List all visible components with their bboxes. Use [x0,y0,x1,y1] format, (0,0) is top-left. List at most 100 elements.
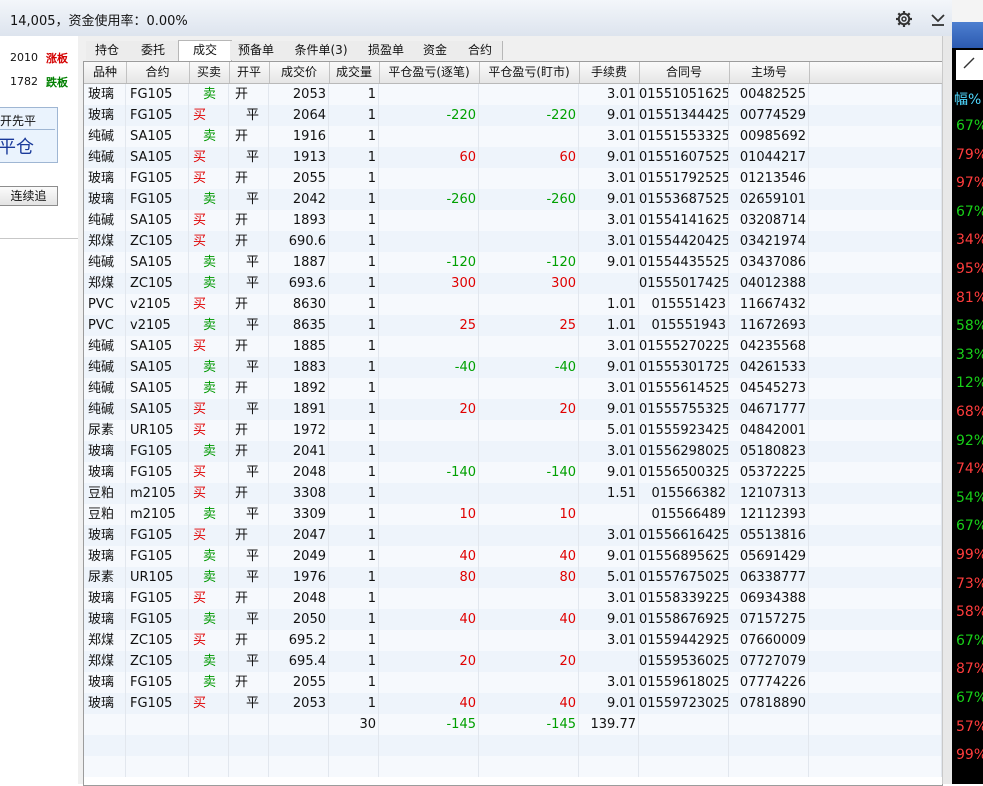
side-cell: 卖 [189,609,229,630]
volume-cell: 1 [329,378,379,399]
table-row[interactable]: 玻璃 FG105 买平 2053 1 40 40 9.01 01559723025 0781889… [84,693,942,714]
pnl-trade-cell: 20 [379,399,479,420]
pnl-trade-cell [379,420,479,441]
table-row[interactable]: 纯碱 SA105 卖开 1892 1 3.01 01555614525 04545273 [84,378,942,399]
table-row[interactable]: 郑煤 ZC105 卖平 695.4 1 20 20 01559536025 07727079 [84,651,942,672]
table-row[interactable]: 玻璃 FG105 买平 2064 1 -220 -220 9.01 01551344425 007… [84,105,942,126]
side-cell: 卖 [189,273,229,294]
empty-cell [479,756,579,777]
contract-cell: SA105 [126,336,189,357]
fee-cell: 3.01 [579,168,639,189]
pnl-trade-cell: 10 [379,504,479,525]
table-row[interactable]: 纯碱 SA105 卖平 1883 1 -40 -40 9.01 01555301725 04261… [84,357,942,378]
tab-8[interactable]: 合约 [458,41,503,60]
variety-cell: 尿素 [84,567,126,588]
col-fee-header[interactable]: 手续费 [579,62,640,83]
strip-tab[interactable] [952,22,983,48]
exchange-no-cell: 03208714 [729,210,809,231]
limit-down-stat: 1782 跌板 [0,73,72,89]
offset-cell: 开 [229,672,269,693]
gear-icon[interactable] [895,10,913,28]
volume-cell: 1 [329,210,379,231]
exchange-no-cell: 07818890 [729,693,809,714]
col-volume-header[interactable]: 成交量 [329,62,380,83]
pnl-trade-cell [379,231,479,252]
side-cell: 卖 [189,546,229,567]
contract-cell: SA105 [126,399,189,420]
table-row[interactable]: PVC v2105 买开 8630 1 1.01 015551423 11667432 [84,294,942,315]
col-variety-header[interactable]: 品种 [84,62,127,83]
col-pnl-mtm-header[interactable]: 平仓盈亏(盯市) [479,62,580,83]
table-row[interactable]: 玻璃 FG105 卖平 2050 1 40 40 9.01 01558676925 0715727… [84,609,942,630]
table-row[interactable]: 郑煤 ZC105 卖平 693.6 1 300 300 01555017425 04012388 [84,273,942,294]
strip-tool[interactable] [956,50,983,80]
empty-cell [809,735,942,756]
tab-2[interactable]: 委托 [128,41,179,60]
tab-6[interactable]: 损盈单 [360,41,413,60]
volume-cell: 1 [329,630,379,651]
table-row[interactable]: 豆粕 m2105 卖平 3309 1 10 10 015566489 12112393 [84,504,942,525]
col-exchange-no-header[interactable]: 主场号 [729,62,810,83]
table-row[interactable]: 玻璃 FG105 买开 2047 1 3.01 01556616425 05513816 [84,525,942,546]
table-row[interactable]: 玻璃 FG105 卖开 2055 1 3.01 01559618025 07774226 [84,672,942,693]
col-contract-header[interactable]: 合约 [126,62,190,83]
pnl-trade-cell [379,168,479,189]
chevron-down-icon[interactable] [929,10,947,28]
close-position-box[interactable]: 开先平 平仓 [0,107,58,163]
trades-table[interactable]: 品种 合约 买卖 开平 成交价 成交量 平仓盈亏(逐笔) 平仓盈亏(盯市) 手续费 合同号 主场号 … [83,61,943,786]
tab-5[interactable]: 条件单(3) [282,41,361,60]
close-mode-label: 开先平 [0,114,37,128]
change-pct-value: 33% [956,346,983,363]
filler-cell [809,588,942,609]
pnl-trade-cell: 80 [379,567,479,588]
table-row[interactable]: 玻璃 FG105 卖开 2041 1 3.01 01556298025 05180823 [84,441,942,462]
col-offset-header[interactable]: 开平 [229,62,270,83]
table-row[interactable]: 纯碱 SA105 买平 1913 1 60 60 9.01 01551607525 0104421… [84,147,942,168]
table-row[interactable]: 豆粕 m2105 买开 3308 1 1.51 015566382 12107313 [84,483,942,504]
fee-cell: 3.01 [579,672,639,693]
filler-cell [809,105,942,126]
table-row[interactable]: 纯碱 SA105 买开 1885 1 3.01 01555270225 04235568 [84,336,942,357]
draw-line-icon[interactable] [962,56,976,70]
table-row[interactable]: PVC v2105 卖平 8635 1 25 25 1.01 015551943 11672693 [84,315,942,336]
divider [0,238,78,239]
contract-cell: FG105 [126,84,189,105]
col-pnl-trade-header[interactable]: 平仓盈亏(逐笔) [379,62,480,83]
col-contract-no-header[interactable]: 合同号 [639,62,730,83]
close-position-label: 平仓 [0,137,34,158]
variety-cell: 纯碱 [84,147,126,168]
table-row[interactable]: 尿素 UR105 卖平 1976 1 80 80 5.01 01557675025 0633877… [84,567,942,588]
table-row[interactable]: 玻璃 FG105 卖平 2049 1 40 40 9.01 01556895625 0569142… [84,546,942,567]
exchange-no-cell: 11667432 [729,294,809,315]
table-row[interactable]: 郑煤 ZC105 买开 690.6 1 3.01 01554420425 03421974 [84,231,942,252]
table-row[interactable]: 纯碱 SA105 买平 1891 1 20 20 9.01 01555755325 0467177… [84,399,942,420]
pnl-trade-cell: -260 [379,189,479,210]
pnl-trade-cell: 300 [379,273,479,294]
col-side-header[interactable]: 买卖 [189,62,230,83]
tab-7[interactable]: 资金 [412,41,459,60]
pnl-trade-cell [379,588,479,609]
table-row[interactable]: 纯碱 SA105 卖开 1916 1 3.01 01551553325 00985692 [84,126,942,147]
volume-cell: 1 [329,504,379,525]
price-cell: 695.2 [269,630,329,651]
tab-3[interactable]: 成交 [178,40,232,61]
chase-button[interactable]: 连续追 [0,186,58,206]
table-row[interactable]: 尿素 UR105 买开 1972 1 5.01 01555923425 04842001 [84,420,942,441]
side-cell: 买 [189,693,229,714]
table-row[interactable]: 玻璃 FG105 卖开 2053 1 3.01 01551051625 00482525 [84,84,942,105]
empty-cell [229,756,269,777]
table-row[interactable]: 玻璃 FG105 买开 2048 1 3.01 01558339225 06934388 [84,588,942,609]
table-row[interactable]: 玻璃 FG105 买开 2055 1 3.01 01551792525 01213546 [84,168,942,189]
tab-1[interactable]: 持仓 [86,41,129,60]
price-cell: 1916 [269,126,329,147]
table-row[interactable]: 纯碱 SA105 买开 1893 1 3.01 01554141625 03208714 [84,210,942,231]
table-row[interactable]: 纯碱 SA105 卖平 1887 1 -120 -120 9.01 01554435525 034… [84,252,942,273]
table-row[interactable]: 郑煤 ZC105 买开 695.2 1 3.01 01559442925 07660009 [84,630,942,651]
exchange-no-cell: 04261533 [729,357,809,378]
table-row[interactable]: 玻璃 FG105 卖平 2042 1 -260 -260 9.01 01553687525 026… [84,189,942,210]
tab-4[interactable]: 预备单 [230,41,283,60]
col-price-header[interactable]: 成交价 [269,62,330,83]
filler-cell [809,252,942,273]
contract-no-cell: 01555923425 [639,420,729,441]
table-row[interactable]: 玻璃 FG105 买平 2048 1 -140 -140 9.01 01556500325 053… [84,462,942,483]
